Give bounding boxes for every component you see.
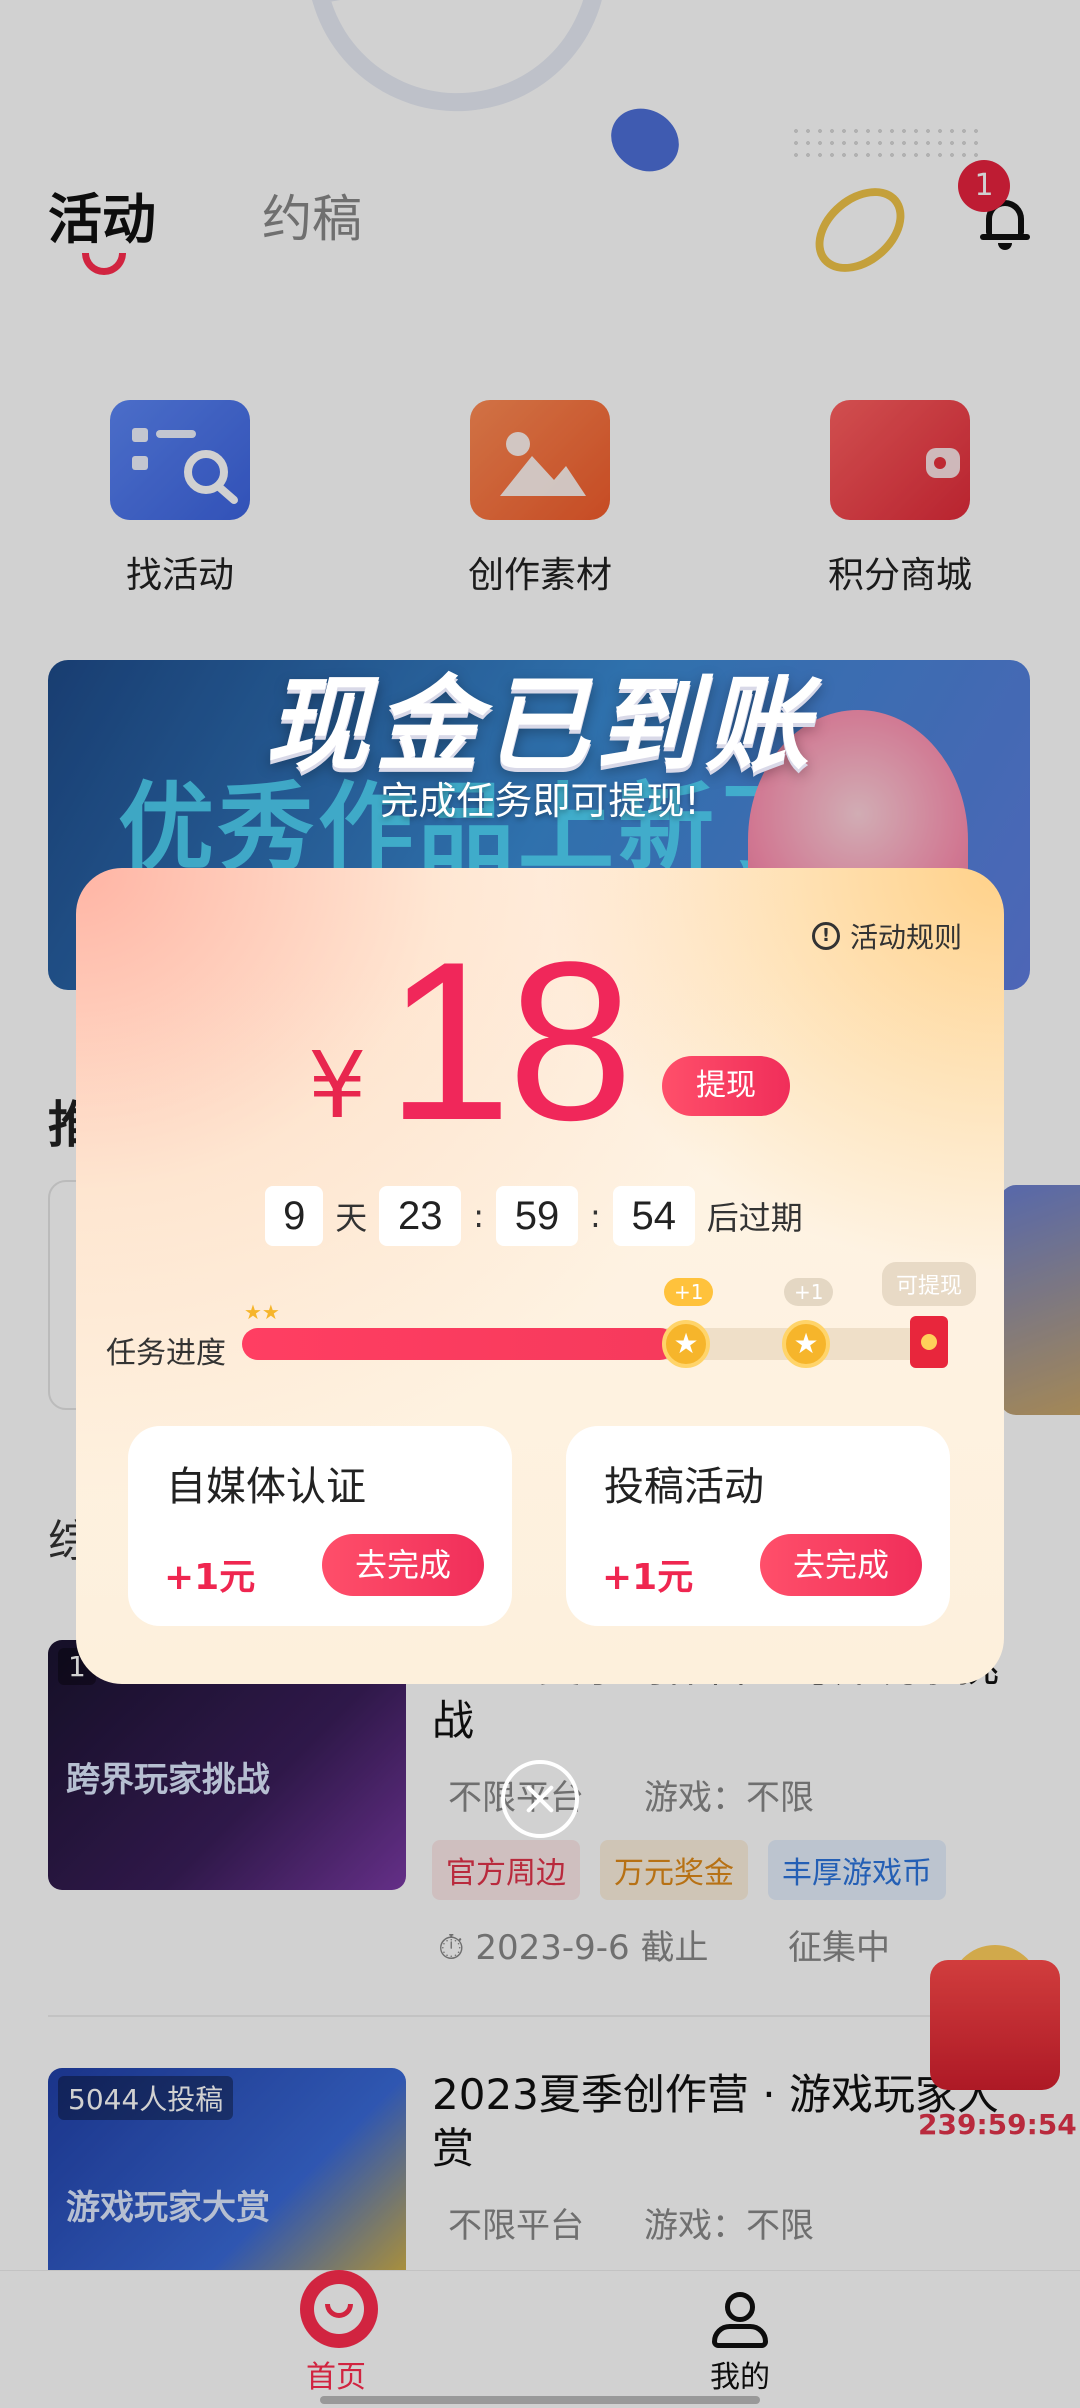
task-progress-fill	[242, 1328, 676, 1360]
star-icon: ★	[662, 1320, 710, 1368]
home-indicator	[320, 2396, 760, 2404]
close-popup-button[interactable]	[501, 1760, 579, 1838]
task-reward: +1元	[164, 1557, 256, 1598]
task-go-button[interactable]: 去完成	[322, 1534, 484, 1596]
cash-reward-popup: ! 活动规则 ¥ 18 提现 9 天 23 : 59 : 54 后过期 任务进度…	[76, 868, 1004, 1684]
task-progress-bar	[242, 1328, 942, 1360]
countdown-days: 9	[265, 1186, 324, 1246]
task-name: 投稿活动	[604, 1464, 764, 1510]
expiry-countdown: 9 天 23 : 59 : 54 后过期	[76, 1186, 1004, 1246]
red-packet-icon	[910, 1316, 948, 1368]
final-milestone-bubble: 可提现	[882, 1262, 977, 1306]
milestone-bubble: +1	[784, 1278, 834, 1306]
sparkle-icon: ★★	[244, 1300, 280, 1324]
currency-symbol: ¥	[308, 1032, 367, 1139]
task-name: 自媒体认证	[166, 1464, 366, 1510]
task-card-submit-activity: 投稿活动 +1元 去完成	[566, 1426, 950, 1626]
rules-link[interactable]: ! 活动规则	[811, 916, 962, 956]
countdown-hours: 23	[379, 1186, 462, 1246]
task-card-media-verification: 自媒体认证 +1元 去完成	[128, 1426, 512, 1626]
cash-amount: 18	[386, 914, 633, 1167]
countdown-days-unit: 天	[335, 1199, 368, 1237]
task-go-button[interactable]: 去完成	[760, 1534, 922, 1596]
modal-backdrop-bottom	[0, 2270, 1080, 2408]
rules-label: 活动规则	[849, 921, 962, 954]
popup-headline: 现金已到账	[264, 664, 815, 786]
task-reward: +1元	[602, 1557, 694, 1598]
star-icon: ★	[782, 1320, 830, 1368]
countdown-separator: :	[590, 1197, 601, 1235]
popup-subline: 完成任务即可提现!	[380, 779, 700, 823]
countdown-minutes: 59	[496, 1186, 578, 1246]
milestone-bubble: +1	[664, 1278, 714, 1306]
progress-label: 任务进度	[106, 1336, 226, 1371]
countdown-suffix: 后过期	[706, 1199, 803, 1237]
countdown-seconds: 54	[612, 1186, 695, 1246]
countdown-separator: :	[473, 1197, 484, 1235]
withdraw-button[interactable]: 提现	[662, 1056, 790, 1116]
info-icon: !	[811, 922, 840, 950]
